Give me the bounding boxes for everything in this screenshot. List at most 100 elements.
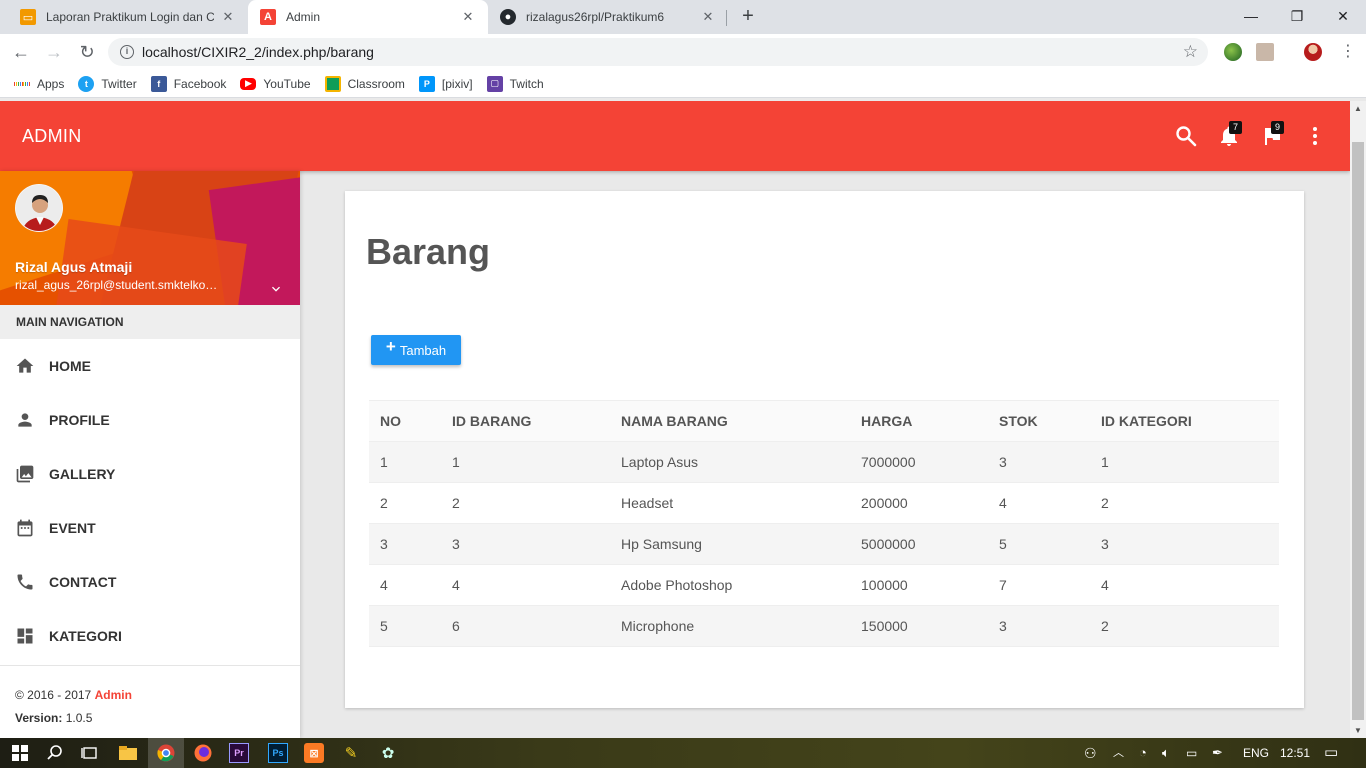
calendar-icon [17,519,33,537]
windows-start-icon[interactable] [10,743,30,763]
forward-arrow-icon[interactable]: → [43,41,65,63]
table-cell: 6 [441,605,610,647]
bookmark-label: Facebook [173,76,227,91]
sidebar-item-profile[interactable]: PROFILE [0,393,300,447]
table-cell: 7 [988,564,1090,606]
info-icon[interactable]: i [120,45,134,59]
tab-admin[interactable]: A Admin ✕ [248,0,488,34]
clock-time[interactable]: 12:51 [1280,738,1310,768]
admin-favicon-icon: A [260,9,276,25]
profile-avatar-icon[interactable] [1304,43,1322,61]
table-cell: 3 [441,523,610,565]
bookmark-youtube[interactable]: ▶ YouTube [240,76,311,91]
bookmark-label: YouTube [263,76,311,91]
bookmark-apps[interactable]: Apps [14,76,64,92]
back-arrow-icon[interactable]: ← [10,41,32,63]
bookmark-label: Classroom [347,76,405,91]
table-cell: 3 [369,523,441,565]
people-icon[interactable]: ⚇ [1084,738,1097,768]
version-line: Version: 1.0.5 [15,707,285,730]
bookmark-label: [pixiv] [441,76,473,91]
bookmark-twitch[interactable]: ▢ Twitch [486,75,544,92]
scroll-down-arrow-icon[interactable]: ▼ [1354,726,1362,735]
premiere-pro-icon[interactable]: Pr [229,743,249,763]
table-row: 4 4 Adobe Photoshop 100000 7 4 [369,564,1279,606]
more-vert-icon[interactable] [1303,124,1327,148]
chrome-taskbar-icon[interactable] [148,738,184,768]
bookmark-star-icon[interactable]: ☆ [1183,42,1198,62]
add-button[interactable]: + Tambah [371,335,461,365]
close-icon[interactable]: ✕ [700,9,716,25]
photoshop-icon[interactable]: Ps [268,743,288,763]
youtube-icon: ▶ [240,77,257,90]
xampp-icon[interactable]: ⊠ [304,743,324,763]
table-cell: 100000 [850,564,988,606]
extension-globe-icon[interactable] [1224,43,1242,61]
reload-icon[interactable]: ↻ [76,41,98,63]
sidebar-item-gallery[interactable]: GALLERY [0,447,300,501]
language-indicator[interactable]: ENG [1243,738,1269,768]
browser-menu-icon[interactable]: ⋮ [1340,42,1356,62]
table-row: 5 6 Microphone 150000 3 2 [369,605,1279,647]
tab-title: Laporan Praktikum Login dan CR [46,10,214,24]
close-icon[interactable]: ✕ [220,9,236,25]
sidebar-item-label: EVENT [49,520,96,536]
firefox-icon[interactable] [193,743,213,763]
table-cell: 2 [1090,605,1279,647]
brand-title[interactable]: ADMIN [22,126,82,147]
page-scrollbar[interactable]: ▲ ▼ [1350,101,1366,738]
pen-icon[interactable]: ✒ [1212,738,1223,768]
bookmark-twitter[interactable]: t Twitter [78,75,137,92]
scrollbar-thumb[interactable] [1352,142,1364,720]
sidebar-item-contact[interactable]: CONTACT [0,555,300,609]
chevron-up-icon[interactable]: ︿ [1113,738,1124,768]
battery-icon[interactable]: ▭ [1186,738,1197,768]
table-cell: 5 [369,605,441,647]
bookmark-pixiv[interactable]: P [pixiv] [418,75,473,92]
github-icon: ● [500,9,516,25]
barang-table: NO ID BARANG NAMA BARANG HARGA STOK ID K… [369,400,1279,647]
bookmarks-bar: Apps t Twitter f Facebook ▶ YouTube Clas… [0,70,1366,98]
tab-laporan[interactable]: ▭ Laporan Praktikum Login dan CR ✕ [8,0,248,34]
bookmark-facebook[interactable]: f Facebook [150,75,227,92]
browser-toolbar: ← → ↻ i localhost/CIXIR2_2/index.php/bar… [0,34,1366,70]
sidebar-item-home[interactable]: HOME [0,339,300,393]
left-sidebar: Rizal Agus Atmaji rizal_agus_26rpl@stude… [0,171,300,738]
task-count-badge: 9 [1271,121,1284,134]
extension-pdf-icon[interactable] [1256,43,1274,61]
notification-count-badge: 7 [1229,121,1242,134]
table-row: 3 3 Hp Samsung 5000000 5 3 [369,523,1279,565]
window-close-button[interactable]: ✕ [1320,4,1366,28]
avatar[interactable] [15,184,63,232]
admin-link[interactable]: Admin [95,688,132,702]
scroll-up-arrow-icon[interactable]: ▲ [1354,104,1362,113]
address-bar[interactable]: i localhost/CIXIR2_2/index.php/barang ☆ [108,38,1208,66]
tab-github[interactable]: ● rizalagus26rpl/Praktikum6 ✕ [488,0,728,34]
search-icon[interactable] [1174,124,1198,148]
column-header: ID BARANG [441,400,610,442]
minimize-button[interactable]: — [1228,4,1274,28]
tab-separator [726,10,727,26]
table-cell: 1 [369,441,441,483]
paint-icon[interactable]: ✿ [378,743,398,763]
volume-icon[interactable]: 🔈︎ [1162,738,1170,768]
page-title: Barang [366,231,491,272]
restore-button[interactable]: ❐ [1274,4,1320,28]
sublime-text-icon[interactable]: ✎ [341,743,361,763]
sidebar-item-event[interactable]: EVENT [0,501,300,555]
bookmark-classroom[interactable]: Classroom [324,75,405,92]
user-photo-icon [16,185,62,231]
copyright-line: © 2016 - 2017 Admin [15,684,285,707]
close-icon[interactable]: ✕ [460,9,476,25]
chevron-down-icon[interactable] [268,281,284,297]
table-cell: 200000 [850,482,988,524]
web-page: ADMIN 7 9 Rizal Agus Atmaji rizal_agus_2… [0,101,1366,738]
sidebar-item-label: KATEGORI [49,628,122,644]
sidebar-item-kategori[interactable]: KATEGORI [0,609,300,663]
wifi-icon[interactable]: ◔ [1139,738,1147,768]
search-icon[interactable] [45,743,65,763]
task-view-icon[interactable] [80,743,100,763]
file-explorer-icon[interactable] [118,743,138,763]
notification-center-icon[interactable]: ▭ [1324,738,1338,768]
new-tab-button[interactable]: + [737,5,759,27]
